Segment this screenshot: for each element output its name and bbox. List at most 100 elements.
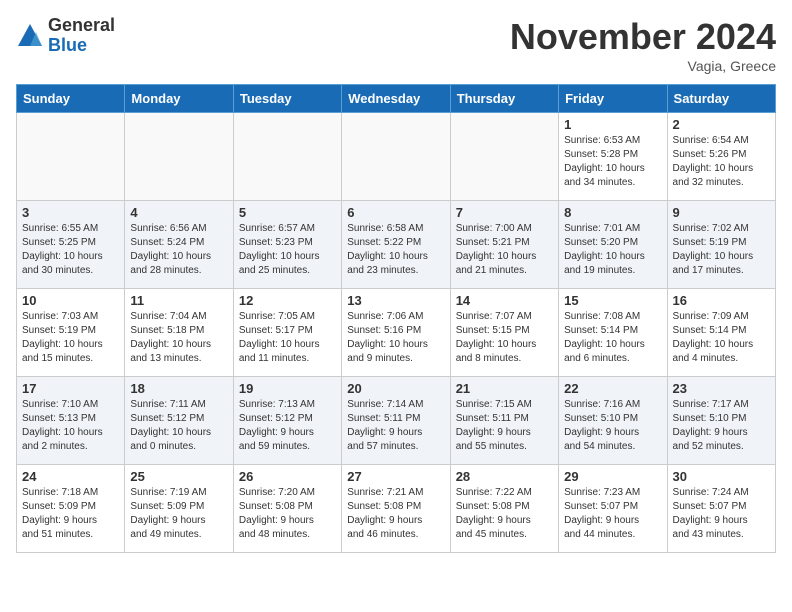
day-number: 26 bbox=[239, 469, 336, 484]
calendar-cell: 18 Sunrise: 7:11 AM Sunset: 5:12 PM Dayli… bbox=[125, 377, 233, 465]
day-number: 30 bbox=[673, 469, 770, 484]
calendar-cell: 22Sunrise: 7:16 AM Sunset: 5:10 PM Dayli… bbox=[559, 377, 667, 465]
day-info: Sunrise: 7:23 AM Sunset: 5:07 PM Dayligh… bbox=[564, 486, 661, 542]
calendar-cell: 3Sunrise: 6:55 AM Sunset: 5:25 PM Daylig… bbox=[17, 201, 125, 289]
day-info: Sunrise: 7:01 AM Sunset: 5:20 PM Dayligh… bbox=[564, 222, 661, 278]
day-info: Sunrise: 6:56 AM Sunset: 5:24 PM Dayligh… bbox=[130, 222, 227, 278]
day-info: Sunrise: 7:02 AM Sunset: 5:19 PM Dayligh… bbox=[673, 222, 770, 278]
day-info: Sunrise: 7:24 AM Sunset: 5:07 PM Dayligh… bbox=[673, 486, 770, 542]
day-info: Sunrise: 7:19 AM Sunset: 5:09 PM Dayligh… bbox=[130, 486, 227, 542]
day-info: Sunrise: 7:22 AM Sunset: 5:08 PM Dayligh… bbox=[456, 486, 553, 542]
day-number: 23 bbox=[673, 381, 770, 396]
day-number: 22 bbox=[564, 381, 661, 396]
day-number: 19 bbox=[239, 381, 336, 396]
day-info: Sunrise: 7:06 AM Sunset: 5:16 PM Dayligh… bbox=[347, 310, 444, 366]
page-header: General Blue November 2024 Vagia, Greece bbox=[16, 16, 776, 74]
calendar-cell: 28 Sunrise: 7:22 AM Sunset: 5:08 PM Dayli… bbox=[450, 465, 558, 553]
day-number: 24 bbox=[22, 469, 119, 484]
calendar-cell: 6 Sunrise: 6:58 AM Sunset: 5:22 PM Daylig… bbox=[342, 201, 450, 289]
calendar-cell: 17 Sunrise: 7:10 AM Sunset: 5:13 PM Dayli… bbox=[17, 377, 125, 465]
calendar-week-row: 3Sunrise: 6:55 AM Sunset: 5:25 PM Daylig… bbox=[17, 201, 776, 289]
logo: General Blue bbox=[16, 16, 115, 56]
day-info: Sunrise: 7:09 AM Sunset: 5:14 PM Dayligh… bbox=[673, 310, 770, 366]
calendar-cell: 29 Sunrise: 7:23 AM Sunset: 5:07 PM Dayli… bbox=[559, 465, 667, 553]
day-info: Sunrise: 7:08 AM Sunset: 5:14 PM Dayligh… bbox=[564, 310, 661, 366]
day-number: 28 bbox=[456, 469, 553, 484]
day-info: Sunrise: 7:20 AM Sunset: 5:08 PM Dayligh… bbox=[239, 486, 336, 542]
day-info: Sunrise: 7:04 AM Sunset: 5:18 PM Dayligh… bbox=[130, 310, 227, 366]
day-info: Sunrise: 7:15 AM Sunset: 5:11 PM Dayligh… bbox=[456, 398, 553, 454]
weekday-header-sunday: Sunday bbox=[17, 85, 125, 113]
location: Vagia, Greece bbox=[510, 58, 776, 74]
day-number: 21 bbox=[456, 381, 553, 396]
calendar-cell: 25 Sunrise: 7:19 AM Sunset: 5:09 PM Dayli… bbox=[125, 465, 233, 553]
day-number: 13 bbox=[347, 293, 444, 308]
day-info: Sunrise: 7:11 AM Sunset: 5:12 PM Dayligh… bbox=[130, 398, 227, 454]
day-number: 1 bbox=[564, 117, 661, 132]
calendar-table: SundayMondayTuesdayWednesdayThursdayFrid… bbox=[16, 84, 776, 553]
day-number: 17 bbox=[22, 381, 119, 396]
day-number: 2 bbox=[673, 117, 770, 132]
calendar-cell: 7Sunrise: 7:00 AM Sunset: 5:21 PM Daylig… bbox=[450, 201, 558, 289]
day-number: 14 bbox=[456, 293, 553, 308]
calendar-cell bbox=[125, 113, 233, 201]
calendar-cell: 13 Sunrise: 7:06 AM Sunset: 5:16 PM Dayli… bbox=[342, 289, 450, 377]
day-info: Sunrise: 7:17 AM Sunset: 5:10 PM Dayligh… bbox=[673, 398, 770, 454]
day-info: Sunrise: 7:13 AM Sunset: 5:12 PM Dayligh… bbox=[239, 398, 336, 454]
day-number: 4 bbox=[130, 205, 227, 220]
calendar-cell: 8 Sunrise: 7:01 AM Sunset: 5:20 PM Daylig… bbox=[559, 201, 667, 289]
day-info: Sunrise: 7:18 AM Sunset: 5:09 PM Dayligh… bbox=[22, 486, 119, 542]
day-number: 10 bbox=[22, 293, 119, 308]
weekday-header-friday: Friday bbox=[559, 85, 667, 113]
day-info: Sunrise: 6:54 AM Sunset: 5:26 PM Dayligh… bbox=[673, 134, 770, 190]
calendar-cell: 15Sunrise: 7:08 AM Sunset: 5:14 PM Dayli… bbox=[559, 289, 667, 377]
calendar-cell: 14 Sunrise: 7:07 AM Sunset: 5:15 PM Dayli… bbox=[450, 289, 558, 377]
day-info: Sunrise: 7:00 AM Sunset: 5:21 PM Dayligh… bbox=[456, 222, 553, 278]
calendar-cell: 10 Sunrise: 7:03 AM Sunset: 5:19 PM Dayli… bbox=[17, 289, 125, 377]
weekday-header-tuesday: Tuesday bbox=[233, 85, 341, 113]
day-info: Sunrise: 6:58 AM Sunset: 5:22 PM Dayligh… bbox=[347, 222, 444, 278]
calendar-cell: 24 Sunrise: 7:18 AM Sunset: 5:09 PM Dayli… bbox=[17, 465, 125, 553]
calendar-cell bbox=[342, 113, 450, 201]
calendar-cell: 16 Sunrise: 7:09 AM Sunset: 5:14 PM Dayli… bbox=[667, 289, 775, 377]
day-info: Sunrise: 7:10 AM Sunset: 5:13 PM Dayligh… bbox=[22, 398, 119, 454]
day-info: Sunrise: 6:57 AM Sunset: 5:23 PM Dayligh… bbox=[239, 222, 336, 278]
day-number: 16 bbox=[673, 293, 770, 308]
logo-line2: Blue bbox=[48, 36, 115, 56]
calendar-cell bbox=[450, 113, 558, 201]
day-number: 11 bbox=[130, 293, 227, 308]
calendar-cell: 26 Sunrise: 7:20 AM Sunset: 5:08 PM Dayli… bbox=[233, 465, 341, 553]
day-number: 9 bbox=[673, 205, 770, 220]
day-number: 6 bbox=[347, 205, 444, 220]
weekday-header-monday: Monday bbox=[125, 85, 233, 113]
day-info: Sunrise: 7:21 AM Sunset: 5:08 PM Dayligh… bbox=[347, 486, 444, 542]
day-info: Sunrise: 6:53 AM Sunset: 5:28 PM Dayligh… bbox=[564, 134, 661, 190]
day-info: Sunrise: 7:14 AM Sunset: 5:11 PM Dayligh… bbox=[347, 398, 444, 454]
day-number: 27 bbox=[347, 469, 444, 484]
calendar-cell: 30 Sunrise: 7:24 AM Sunset: 5:07 PM Dayli… bbox=[667, 465, 775, 553]
day-number: 5 bbox=[239, 205, 336, 220]
day-number: 18 bbox=[130, 381, 227, 396]
calendar-cell: 11 Sunrise: 7:04 AM Sunset: 5:18 PM Dayli… bbox=[125, 289, 233, 377]
calendar-cell: 27 Sunrise: 7:21 AM Sunset: 5:08 PM Dayli… bbox=[342, 465, 450, 553]
calendar-cell: 9 Sunrise: 7:02 AM Sunset: 5:19 PM Daylig… bbox=[667, 201, 775, 289]
day-info: Sunrise: 7:07 AM Sunset: 5:15 PM Dayligh… bbox=[456, 310, 553, 366]
day-info: Sunrise: 7:05 AM Sunset: 5:17 PM Dayligh… bbox=[239, 310, 336, 366]
weekday-header-saturday: Saturday bbox=[667, 85, 775, 113]
logo-icon bbox=[16, 22, 44, 50]
weekday-header-wednesday: Wednesday bbox=[342, 85, 450, 113]
calendar-cell bbox=[233, 113, 341, 201]
day-info: Sunrise: 7:03 AM Sunset: 5:19 PM Dayligh… bbox=[22, 310, 119, 366]
day-number: 8 bbox=[564, 205, 661, 220]
day-number: 25 bbox=[130, 469, 227, 484]
calendar-cell: 20Sunrise: 7:14 AM Sunset: 5:11 PM Dayli… bbox=[342, 377, 450, 465]
calendar-cell: 12 Sunrise: 7:05 AM Sunset: 5:17 PM Dayli… bbox=[233, 289, 341, 377]
day-number: 3 bbox=[22, 205, 119, 220]
calendar-cell: 5 Sunrise: 6:57 AM Sunset: 5:23 PM Daylig… bbox=[233, 201, 341, 289]
calendar-cell: 23 Sunrise: 7:17 AM Sunset: 5:10 PM Dayli… bbox=[667, 377, 775, 465]
calendar-cell: 21 Sunrise: 7:15 AM Sunset: 5:11 PM Dayli… bbox=[450, 377, 558, 465]
day-number: 12 bbox=[239, 293, 336, 308]
day-number: 29 bbox=[564, 469, 661, 484]
calendar-week-row: 17 Sunrise: 7:10 AM Sunset: 5:13 PM Dayli… bbox=[17, 377, 776, 465]
calendar-cell: 4 Sunrise: 6:56 AM Sunset: 5:24 PM Daylig… bbox=[125, 201, 233, 289]
